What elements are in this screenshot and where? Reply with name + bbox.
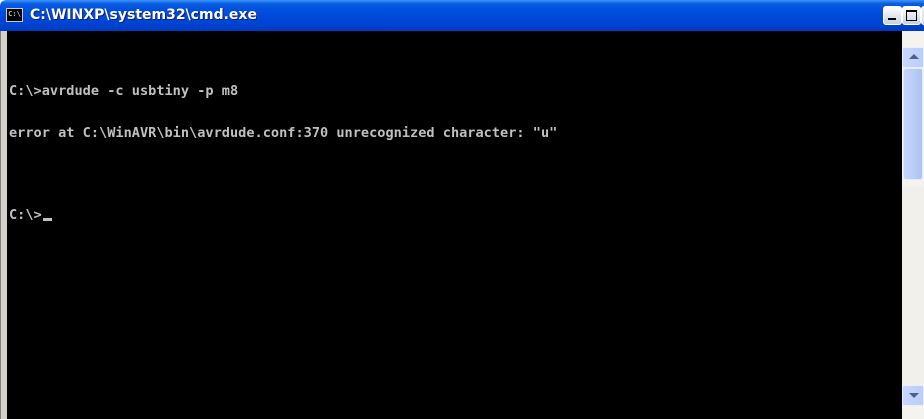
minimize-icon [888, 18, 896, 20]
scrollbar-track[interactable] [902, 186, 924, 385]
scrollbar-top-gap [902, 31, 924, 47]
vertical-scrollbar[interactable] [902, 31, 924, 419]
cmd-window-icon[interactable]: C:\ [6, 8, 23, 22]
scroll-up-button[interactable] [902, 47, 924, 68]
command-prompt: C:\> [9, 207, 42, 223]
scroll-down-arrow-icon [909, 393, 919, 398]
scrollbar-thumb[interactable] [903, 68, 923, 180]
maximize-button[interactable] [902, 6, 921, 25]
scroll-down-button[interactable] [902, 385, 924, 406]
console-line: error at C:\WinAVR\bin\avrdude.conf:370 … [9, 125, 558, 141]
window-title: C:\WINXP\system32\cmd.exe [30, 7, 257, 23]
console-output-area[interactable]: C:\>avrdude -c usbtiny -p m8 error at C:… [7, 31, 902, 419]
minimize-button[interactable] [883, 6, 902, 25]
title-bar[interactable]: C:\ C:\WINXP\system32\cmd.exe × [0, 0, 924, 31]
maximize-icon [906, 10, 917, 21]
text-cursor [42, 218, 52, 221]
console-prompt-line: C:\> [9, 208, 557, 222]
window-left-border [0, 31, 7, 419]
console-line: C:\>avrdude -c usbtiny -p m8 [9, 83, 239, 99]
console-text: C:\>avrdude -c usbtiny -p m8 error at C:… [9, 56, 557, 250]
cmd-window: C:\ C:\WINXP\system32\cmd.exe × C:\>avrd… [0, 0, 924, 419]
scroll-up-arrow-icon [909, 54, 919, 59]
